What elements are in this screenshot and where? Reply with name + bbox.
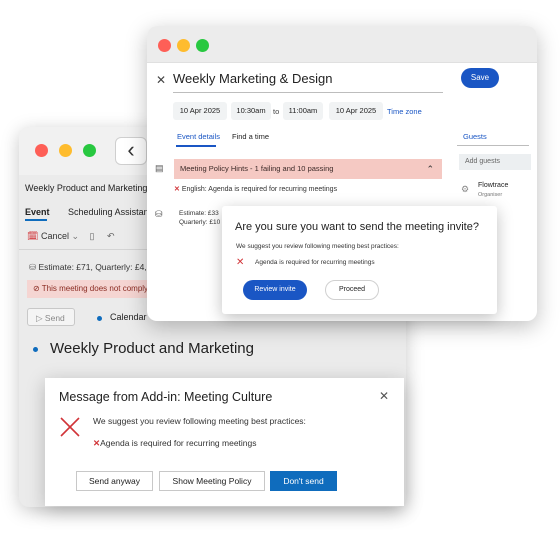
send-anyway-button[interactable]: Send anyway [76,471,153,491]
chevron-left-icon: ‹ [127,137,135,162]
confirm-suggestion: We suggest you review following meeting … [236,243,399,250]
gcal-minimize-window-button[interactable] [177,39,190,52]
minimize-window-button[interactable] [59,144,72,157]
tab-guests[interactable]: Guests [463,132,487,141]
coins-icon: ⛁ [29,262,37,272]
policy-hints-text: Meeting Policy Hints - 1 failing and 10 … [180,164,334,173]
event-title-input[interactable]: Weekly Marketing & Design [173,71,332,86]
cancel-button[interactable]: 🗓 Cancel ⌄ [27,231,82,241]
gcal-close-window-button[interactable] [158,39,171,52]
send-invite-confirm-dialog: Are you sure you want to send the meetin… [222,206,497,314]
send-label: Send [44,313,65,323]
outlook-subject-row: Weekly Product and Marketing - [25,183,153,193]
time-zone-link[interactable]: Time zone [387,107,422,116]
tab-find-a-time[interactable]: Find a time [232,132,269,141]
event-color-dot [33,347,38,352]
add-guests-input[interactable]: Add guests [459,154,531,170]
start-time-field[interactable]: 10:30am [231,102,271,120]
policy-rule: ✕ English: Agenda is required for recurr… [174,185,337,193]
chevron-down-icon: ⌄ [71,231,80,241]
chevron-up-icon[interactable]: ⌃ [426,159,434,179]
addin-rule-text: Agenda is required for recurring meeting… [100,438,257,448]
error-x-icon [60,417,80,437]
back-button[interactable]: ‹ [115,137,147,165]
tab-event[interactable]: Event [25,207,50,217]
gcal-estimate: Estimate: £33 Quarterly: £10 [179,209,220,227]
tab-event-underline [25,219,47,221]
estimate-text: Estimate: £71, Quarterly: £4,571 [38,262,161,272]
coins-icon: ⛁ [155,209,163,219]
outlook-toolbar: 🗓 Cancel ⌄ ▯ ↶ [27,231,115,242]
guest-avatar-icon: ⚙ [461,184,470,194]
document-icon: ▤ [155,163,164,173]
dont-send-button[interactable]: Don't send [270,471,337,491]
tab-scheduling-assistant[interactable]: Scheduling Assistant [68,207,151,217]
tab-event-details[interactable]: Event details [177,132,220,141]
start-date-field[interactable]: 10 Apr 2025 [173,102,227,120]
policy-hints-banner[interactable]: Meeting Policy Hints - 1 failing and 10 … [174,159,442,179]
close-icon[interactable]: ✕ [156,73,166,87]
gcal-zoom-window-button[interactable] [196,39,209,52]
review-invite-button[interactable]: Review invite [243,280,307,300]
calendar-cancel-icon: 🗓 [27,231,39,241]
title-underline [173,92,443,93]
close-window-button[interactable] [35,144,48,157]
save-button[interactable]: Save [461,68,499,88]
addin-message-dialog: Message from Add-in: Meeting Culture ✕ W… [45,378,404,506]
warning-circle-icon: ⊘ [33,284,40,293]
guests-divider [457,145,529,146]
guest-name: Flowtrace [478,182,509,189]
outlook-estimate: ⛁ Estimate: £71, Quarterly: £4,571 [29,262,161,273]
end-date-field[interactable]: 10 Apr 2025 [329,102,383,120]
addin-rule: ✕Agenda is required for recurring meetin… [93,438,257,449]
send-icon: ▷ [36,313,43,323]
addin-suggestion: We suggest you review following meeting … [93,416,306,426]
quarterly-line: Quarterly: £10 [179,219,221,226]
confirm-question: Are you sure you want to send the meetin… [235,221,479,233]
event-title[interactable]: Weekly Product and Marketing [50,340,254,357]
calendar-selector[interactable]: Calendar [110,312,147,322]
outlook-tabs: Event Scheduling Assistant [25,207,167,217]
copy-icon[interactable]: ▯ [90,231,95,241]
cancel-label: Cancel [40,231,69,241]
reply-icon[interactable]: ↶ [107,231,115,241]
gcal-titlebar [147,26,537,63]
tab-event-details-underline [176,145,216,147]
failed-x-icon: ✕ [174,186,180,193]
failed-x-icon: ✕ [236,257,245,268]
policy-rule-text: English: Agenda is required for recurrin… [181,186,338,193]
show-meeting-policy-button[interactable]: Show Meeting Policy [159,471,265,491]
send-button[interactable]: ▷ Send [27,308,75,326]
estimate-line: Estimate: £33 [179,210,219,217]
end-time-field[interactable]: 11:00am [283,102,323,120]
to-label: to [273,107,280,116]
confirm-rule: Agenda is required for recurring meeting… [255,259,375,266]
guest-role: Organiser [478,192,503,198]
zoom-window-button[interactable] [83,144,96,157]
proceed-button[interactable]: Proceed [325,280,379,300]
addin-dialog-title: Message from Add-in: Meeting Culture [59,390,273,404]
calendar-color-dot [97,316,102,321]
compliance-banner-text: This meeting does not comply v [41,284,155,293]
close-icon[interactable]: ✕ [379,389,389,403]
